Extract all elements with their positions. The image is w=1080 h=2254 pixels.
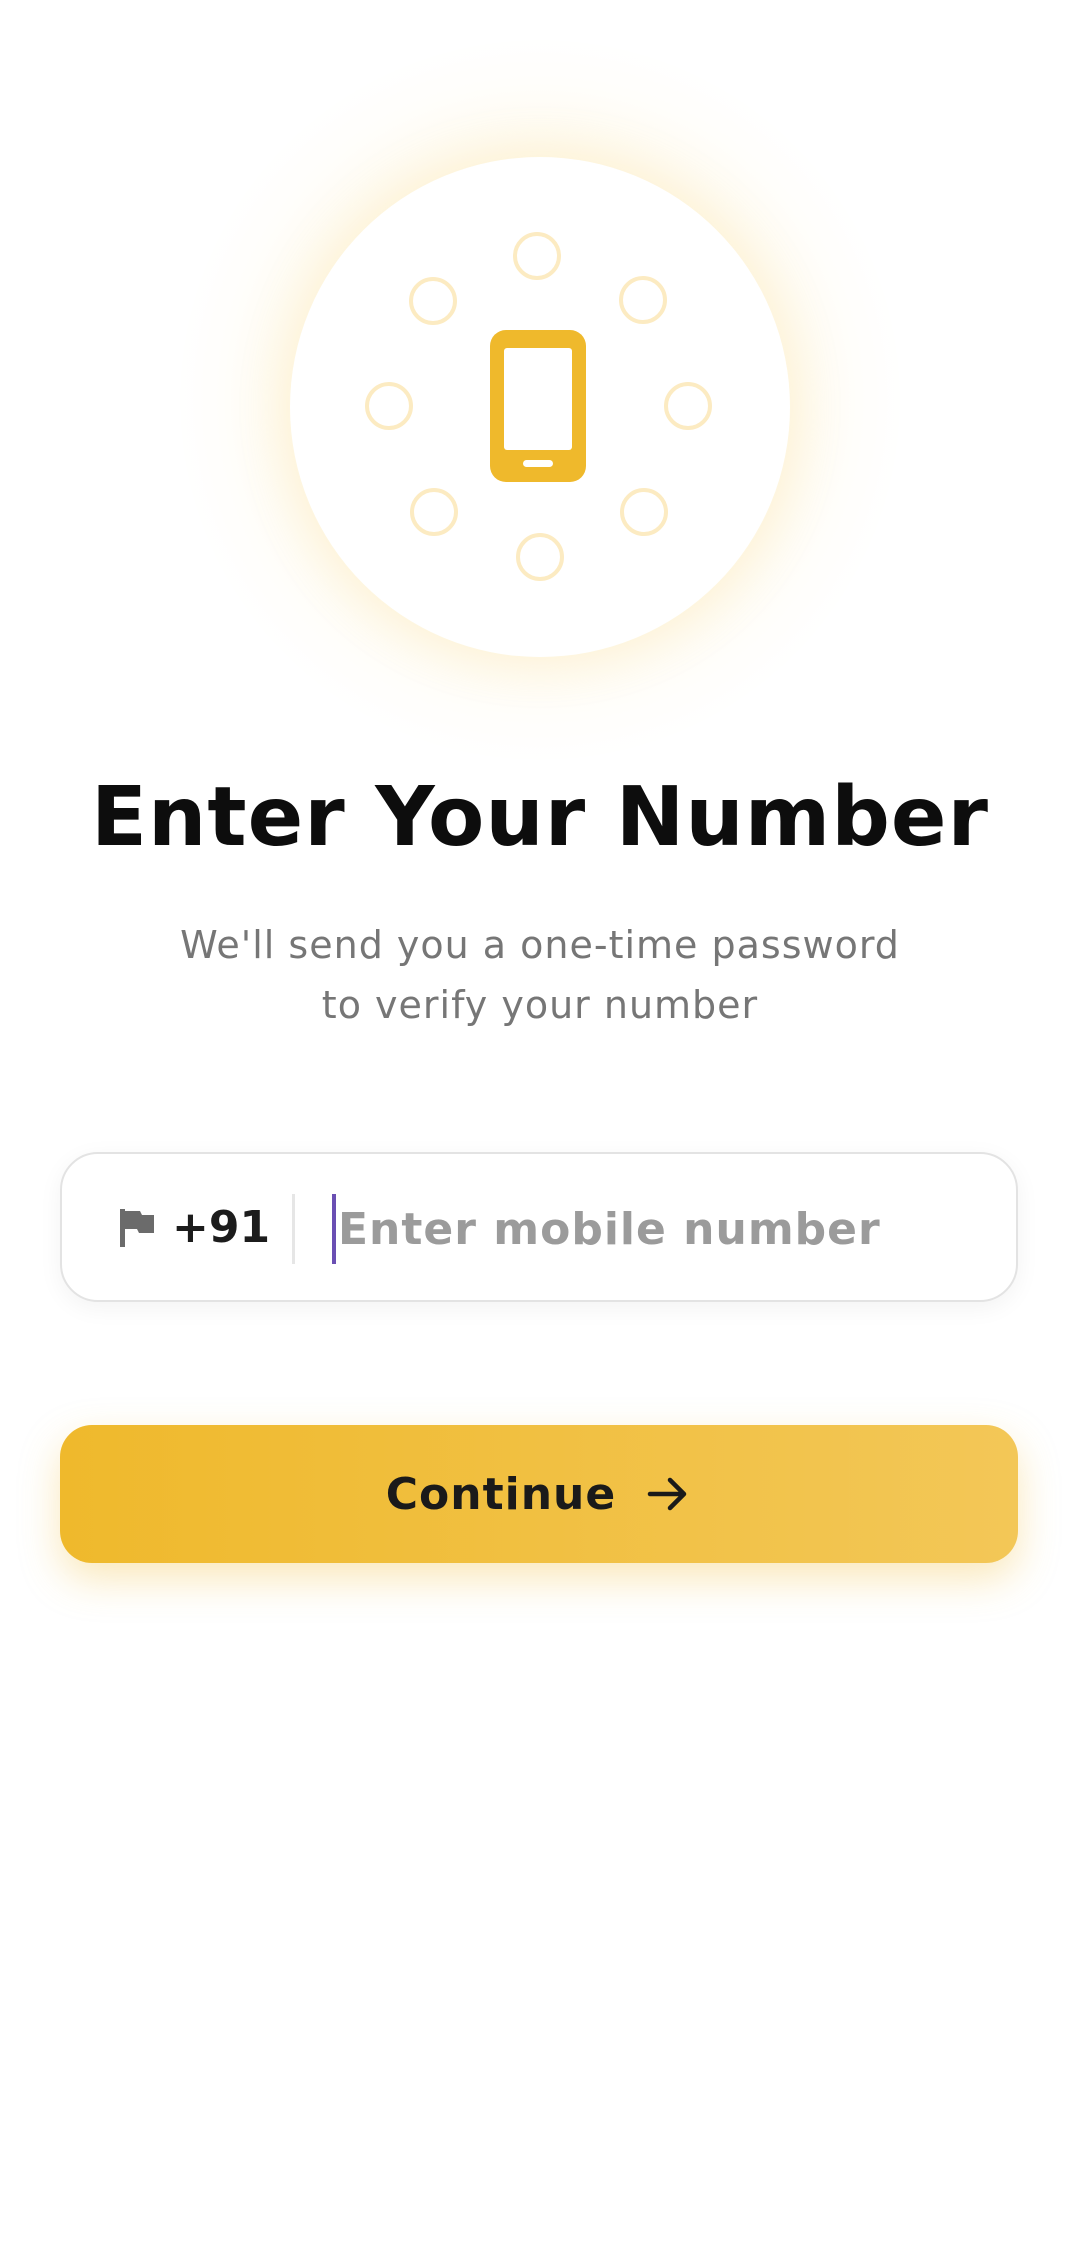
continue-button[interactable]: Continue xyxy=(60,1425,1018,1563)
orbit-dot-bottom-left xyxy=(410,488,458,536)
country-code[interactable]: +91 xyxy=(172,1200,270,1256)
orbit-dot-right xyxy=(664,382,712,430)
field-divider xyxy=(292,1194,295,1264)
arrow-right-icon xyxy=(647,1477,687,1511)
mobile-number-input[interactable] xyxy=(338,1190,978,1268)
flag-icon[interactable] xyxy=(120,1209,154,1247)
subtitle-line-2: to verify your number xyxy=(321,983,759,1027)
smartphone-icon xyxy=(490,330,586,482)
page-title: Enter Your Number xyxy=(91,770,989,865)
orbit-dot-top xyxy=(513,232,561,280)
page-subtitle: We'll send you a one-time password to ve… xyxy=(140,915,940,1035)
subtitle-line-1: We'll send you a one-time password xyxy=(180,923,900,967)
orbit-dot-left xyxy=(365,382,413,430)
orbit-dot-top-right xyxy=(619,276,667,324)
orbit-dot-bottom-right xyxy=(620,488,668,536)
phone-number-field[interactable]: +91 xyxy=(60,1152,1018,1302)
orbit-dot-top-left xyxy=(409,277,457,325)
orbit-dot-bottom xyxy=(516,533,564,581)
text-caret xyxy=(332,1194,336,1264)
continue-label: Continue xyxy=(385,1468,617,1520)
